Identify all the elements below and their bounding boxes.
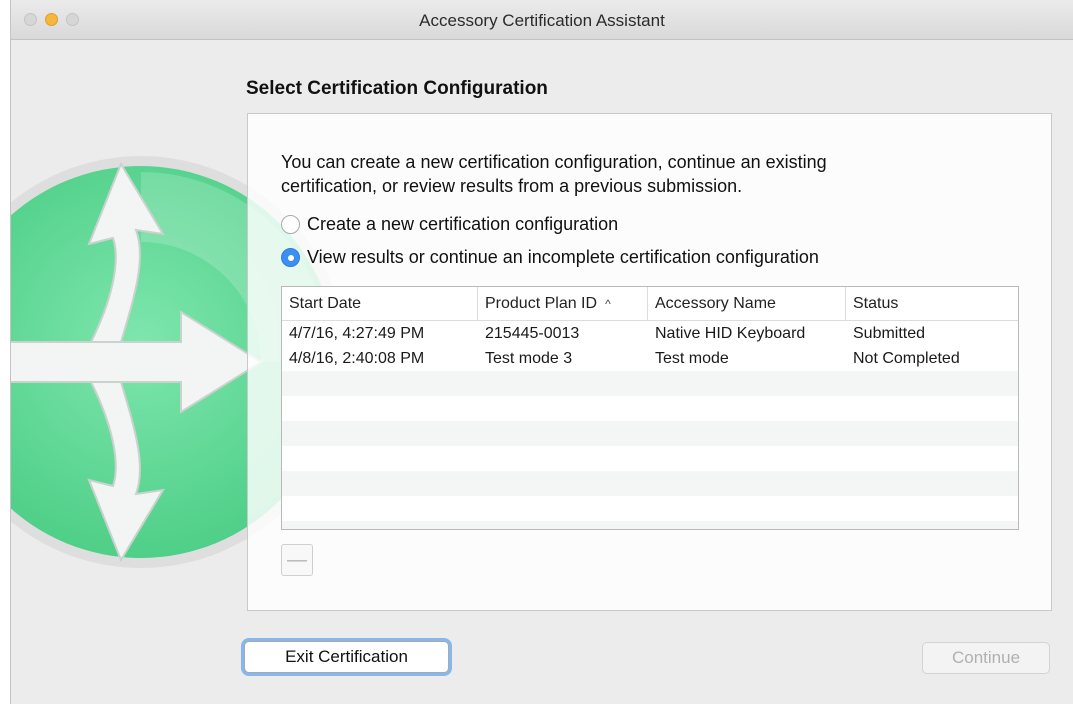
column-accessory-name[interactable]: Accessory Name: [648, 287, 846, 320]
intro-text: You can create a new certification confi…: [281, 150, 981, 198]
column-start-date-label: Start Date: [289, 294, 362, 312]
cell-start-date: 4/7/16, 4:27:49 PM: [289, 324, 425, 342]
continue-button[interactable]: Continue: [922, 642, 1050, 674]
app-window: Accessory Certification Assistant Select…: [10, 0, 1073, 704]
cell-start-date: 4/8/16, 2:40:08 PM: [289, 349, 425, 367]
empty-row: [282, 496, 1018, 521]
column-status-label: Status: [853, 294, 899, 312]
table-header: Start Date Product Plan ID ^ Accessory Na…: [282, 287, 1018, 321]
table-row[interactable]: 4/8/16, 2:40:08 PM Test mode 3 Test mode…: [282, 346, 1018, 371]
sort-ascending-icon: ^: [605, 296, 611, 311]
empty-row: [282, 421, 1018, 446]
cell-accessory-name: Test mode: [655, 349, 729, 367]
empty-row: [282, 396, 1018, 421]
radio-view-results[interactable]: [281, 248, 300, 267]
window-title: Accessory Certification Assistant: [419, 11, 665, 30]
page-title: Select Certification Configuration: [246, 78, 548, 99]
empty-row: [282, 521, 1018, 529]
cell-accessory-name: Native HID Keyboard: [655, 324, 806, 342]
column-status[interactable]: Status: [846, 287, 1018, 320]
intro-line-1: You can create a new certification confi…: [281, 152, 827, 172]
cell-status: Submitted: [853, 324, 926, 342]
title-bar[interactable]: Accessory Certification Assistant: [11, 0, 1073, 40]
empty-row: [282, 471, 1018, 496]
configurations-table[interactable]: Start Date Product Plan ID ^ Accessory Na…: [281, 286, 1019, 530]
empty-row: [282, 371, 1018, 396]
cell-product-plan-id: 215445-0013: [485, 324, 580, 342]
radio-create-new[interactable]: [281, 215, 300, 234]
option-create-new[interactable]: Create a new certification configuration: [281, 214, 618, 235]
column-product-plan-id[interactable]: Product Plan ID ^: [478, 287, 648, 320]
column-accessory-name-label: Accessory Name: [655, 294, 776, 312]
intro-line-2: certification, or review results from a …: [281, 176, 743, 196]
option-view-results[interactable]: View results or continue an incomplete c…: [281, 247, 819, 268]
remove-button[interactable]: —: [281, 544, 313, 576]
option-view-results-label: View results or continue an incomplete c…: [307, 247, 819, 267]
cell-status: Not Completed: [853, 349, 960, 367]
cell-product-plan-id: Test mode 3: [485, 349, 573, 367]
configuration-panel: You can create a new certification confi…: [247, 113, 1052, 611]
column-product-plan-id-label: Product Plan ID: [485, 294, 598, 312]
empty-row: [282, 446, 1018, 471]
table-row[interactable]: 4/7/16, 4:27:49 PM 215445-0013 Native HI…: [282, 321, 1018, 346]
option-create-new-label: Create a new certification configuration: [307, 214, 619, 234]
column-start-date[interactable]: Start Date: [282, 287, 478, 320]
exit-certification-button[interactable]: Exit Certification: [244, 641, 449, 673]
